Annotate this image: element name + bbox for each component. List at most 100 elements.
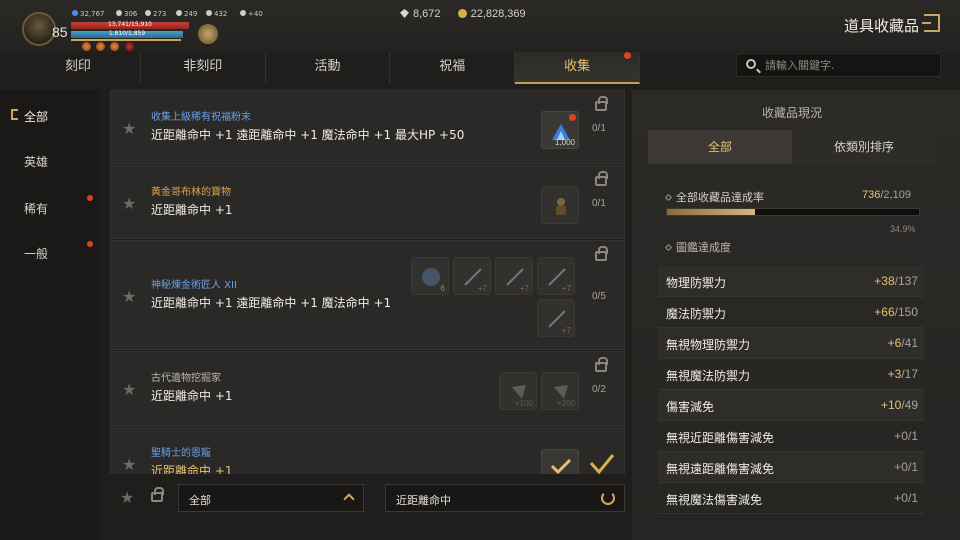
notification-dot [623,52,631,59]
orb-icon [422,268,440,286]
plus-icon [240,10,246,16]
chevron-up-icon [343,493,355,505]
item-slot[interactable]: 1,000 [541,111,579,149]
mp-bar: 1,810/1,859 [71,30,183,38]
codex-label-text: 圖鑑達成度 [676,241,731,254]
gold-count: 22,828,369 [457,8,526,20]
exit-icon[interactable] [922,14,940,32]
filter-label: 全部 [24,110,49,124]
favorite-star-icon[interactable]: ★ [122,380,136,399]
collection-name: 神秘煉金術匠人 XII [151,280,237,291]
lock-icon[interactable] [595,246,608,261]
item-slot[interactable]: ×200 [541,372,579,410]
stat-value: +0/1 [894,491,918,505]
buff-icon[interactable] [110,42,119,51]
collection-name: 黃金哥布林的寶物 [151,187,231,198]
guild-emblem-icon[interactable] [198,24,218,44]
favorite-star-icon[interactable]: ★ [122,194,136,213]
item-slot[interactable]: +7 [453,257,491,295]
completion-progress-bar [666,208,920,216]
stat-defense: 273 [145,10,166,18]
tab-all[interactable]: 全部 [648,130,792,164]
item-slot[interactable]: 6 [411,257,449,295]
collection-effect: 近距離命中 +1 [151,464,233,474]
stat-power: 32,767 [72,10,105,18]
item-slot[interactable]: +7 [537,257,575,295]
item-slot[interactable] [541,449,579,474]
stat-bonus: +3 [887,367,902,381]
tab-engraved[interactable]: 刻印 [16,52,141,84]
buff-icon[interactable] [125,42,134,51]
stat-name: 魔法防禦力 [666,307,727,321]
reset-icon[interactable] [601,491,615,505]
stat-bonus: +40 [240,10,263,18]
shield-icon [145,10,151,16]
stat-value: +0/1 [894,429,918,443]
notification-dot [87,195,93,201]
stat-hit: 249 [176,10,197,18]
completion-value: 736/2,109 [862,189,911,201]
diamond-icon [400,9,409,18]
favorite-star-icon[interactable]: ★ [122,119,136,138]
favorite-star-icon[interactable]: ★ [122,287,136,306]
stat-name: 無視遠距離傷害減免 [666,462,775,476]
check-icon[interactable] [589,453,615,474]
power-icon [72,10,78,16]
filter-hero[interactable]: 英雄 [24,153,48,170]
lock-icon[interactable] [595,96,608,111]
favorite-star-icon[interactable]: ★ [122,455,136,474]
item-slot[interactable]: +7 [495,257,533,295]
buff-icon[interactable] [96,42,105,51]
tab-blessing[interactable]: 祝福 [390,52,516,84]
collection-effect: 近距離命中 +1 [151,203,233,217]
item-slot[interactable]: +7 [537,299,575,337]
collection-row[interactable]: ★ 古代遺物挖掘家 近距離命中 +1 ×100 ×200 0/2 [110,351,625,427]
tab-label: 收集 [564,59,591,74]
notification-dot [87,241,93,247]
treasure-idol-icon [556,198,566,215]
lock-filter-icon[interactable] [151,487,164,502]
completion-label-text: 全部收藏品達成率 [676,191,764,204]
buff-icon[interactable] [82,42,91,51]
stat-value: +3/17 [888,367,918,381]
collection-row[interactable]: ★ 聖騎士的恩寵 近距離命中 +1 [110,428,625,474]
collection-row[interactable]: ★ 收集上級稀有祝福粉末 近距離命中 +1 遠距離命中 +1 魔法命中 +1 最… [110,90,625,164]
completion-label: 全部收藏品達成率 [664,189,764,205]
tab-event[interactable]: 活動 [266,52,391,84]
tab-collect[interactable]: 收集 [515,52,640,84]
lock-icon[interactable] [595,171,608,186]
filter-all[interactable]: 全部 [11,108,49,125]
collection-effect: 近距離命中 +1 遠距離命中 +1 魔法命中 +1 最大HP +50 [151,128,465,142]
effect-filter-select[interactable]: 近距離命中 [385,484,625,512]
lock-icon[interactable] [595,357,608,372]
collection-filter-select[interactable]: 全部 [178,484,364,512]
favorite-filter-star-icon[interactable]: ★ [120,488,134,507]
tab-by-category[interactable]: 依類別排序 [792,130,936,164]
filter-normal[interactable]: 一般 [24,245,48,262]
stat-row: 無視近距離傷害減免 +0/1 [658,421,924,452]
stat-value: 249 [184,10,198,18]
item-qty: ×100 [514,399,533,408]
collection-list[interactable]: ★ 收集上級稀有祝福粉末 近距離命中 +1 遠距離命中 +1 魔法命中 +1 最… [110,90,625,474]
stat-row: 無視遠距離傷害減免 +0/1 [658,452,924,483]
stat-name: 物理防禦力 [666,276,727,290]
item-qty: 1,000 [554,138,575,147]
search-box[interactable] [736,53,941,77]
filter-label: 英雄 [24,155,49,169]
item-slot[interactable] [541,186,579,224]
collection-row[interactable]: ★ 神秘煉金術匠人 XII 近距離命中 +1 遠距離命中 +1 魔法命中 +1 … [110,240,625,350]
stat-name: 無視近距離傷害減免 [666,431,775,445]
collection-row[interactable]: ★ 黃金哥布林的寶物 近距離命中 +1 0/1 [110,165,625,239]
filter-rare[interactable]: 稀有 [24,200,48,217]
stat-value: 432 [214,10,228,18]
stat-total: +0/1 [894,491,918,505]
diamond-bullet-icon [664,193,673,202]
search-input[interactable] [765,57,935,73]
character-avatar[interactable] [22,12,56,46]
tab-non-engraved[interactable]: 非刻印 [141,52,266,84]
stat-value: +66/150 [874,305,918,319]
stat-value: +38/137 [874,274,918,288]
category-tabs: 刻印 非刻印 活動 祝福 收集 [16,52,640,84]
filter-label: 一般 [24,247,49,261]
item-slot[interactable]: ×100 [499,372,537,410]
